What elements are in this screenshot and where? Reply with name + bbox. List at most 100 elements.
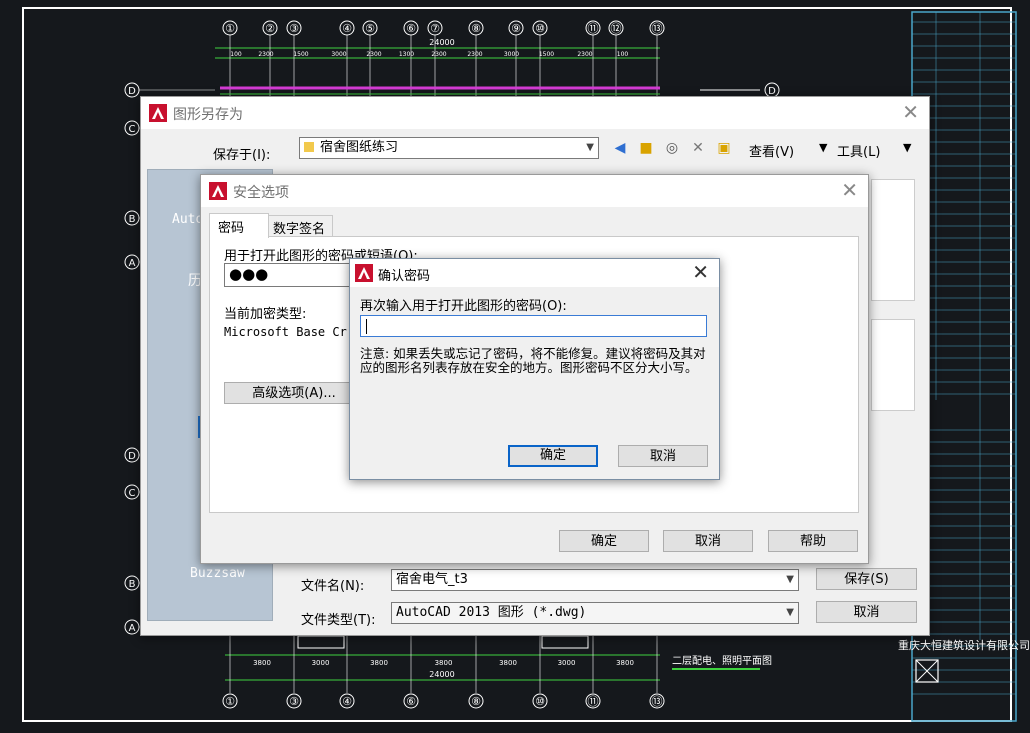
security-title: 安全选项 xyxy=(233,185,289,201)
filetype-value: AutoCAD 2013 图形 (*.dwg) xyxy=(396,605,587,620)
encryption-type-label: 当前加密类型: xyxy=(224,307,307,322)
confirm-prompt: 再次输入用于打开此图形的密码(O): xyxy=(360,299,567,314)
back-arrow-icon[interactable]: ◀ xyxy=(611,139,629,157)
dimension-text: 1500 xyxy=(293,51,308,58)
axis-label: ③ xyxy=(289,695,299,708)
dimension-text: 3000 xyxy=(504,51,519,58)
axis-label: B xyxy=(129,214,136,225)
filetype-dropdown[interactable]: AutoCAD 2013 图形 (*.dwg) ▼ xyxy=(391,602,799,624)
axis-label: A xyxy=(129,623,136,634)
close-icon[interactable]: ✕ xyxy=(902,100,919,124)
axis-label: ③ xyxy=(289,22,299,35)
chevron-down-icon: ▼ xyxy=(786,574,794,585)
dimension-text: 3800 xyxy=(616,659,634,667)
security-cancel-button[interactable]: 取消 xyxy=(663,530,753,552)
filename-label: 文件名(N): xyxy=(301,579,365,594)
axis-label: B xyxy=(129,579,136,590)
axis-label: C xyxy=(129,124,136,135)
dimension-text: 3800 xyxy=(499,659,517,667)
drawing-caption: 二层配电、照明平面图 xyxy=(672,654,772,667)
new-folder-icon[interactable]: ▣ xyxy=(715,139,733,157)
filename-value: 宿舍电气_t3 xyxy=(396,572,468,587)
axis-label: ⑩ xyxy=(535,695,545,708)
autocad-icon xyxy=(355,264,373,282)
advanced-options-button[interactable]: 高级选项(A)... xyxy=(224,382,364,404)
save-in-dropdown[interactable]: 宿舍图纸练习 ▼ xyxy=(299,137,599,159)
save-as-title: 图形另存为 xyxy=(173,107,243,123)
folder-icon xyxy=(304,142,314,152)
axis-label: ⑪ xyxy=(588,695,599,708)
axis-label: ⑩ xyxy=(535,22,545,35)
text-cursor xyxy=(366,319,367,334)
security-titlebar: 安全选项 ✕ xyxy=(201,175,868,207)
password-field[interactable]: ●●● xyxy=(224,263,366,287)
preview-box xyxy=(871,179,915,301)
view-dropdown-arrow-icon[interactable]: ▼ xyxy=(819,141,827,154)
tab-password-label: 密码 xyxy=(218,221,245,236)
confirm-note: 注意: 如果丢失或忘记了密码，将不能修复。建议将密码及其对应的图形名列表存放在安… xyxy=(360,346,706,375)
dimension-text: 100 xyxy=(617,51,629,58)
top-total-dimension: 24000 xyxy=(429,38,454,47)
dimension-text: 2300 xyxy=(366,51,381,58)
axis-label: C xyxy=(129,488,136,499)
axis-label: ② xyxy=(265,22,275,35)
axis-label: D xyxy=(128,86,136,97)
axis-label: ⑧ xyxy=(471,22,481,35)
chevron-down-icon: ▼ xyxy=(586,142,594,153)
options-box xyxy=(871,319,915,411)
tools-dropdown-arrow-icon[interactable]: ▼ xyxy=(903,141,911,154)
tab-digital-signature-label: 数字签名 xyxy=(273,222,326,237)
dimension-text: 3000 xyxy=(558,659,576,667)
delete-icon[interactable]: ✕ xyxy=(689,139,707,157)
axis-label: ⑧ xyxy=(471,695,481,708)
chevron-down-icon: ▼ xyxy=(786,607,794,618)
save-button[interactable]: 保存(S) xyxy=(816,568,917,590)
axis-label: ⑬ xyxy=(652,695,663,708)
filetype-label: 文件类型(T): xyxy=(301,613,376,628)
search-web-icon[interactable]: ◎ xyxy=(663,139,681,157)
top-axis-bubbles: ① ② ③ ④⑤ ⑥ ⑦ ⑧ ⑨ ⑩ ⑪⑫ ⑬ xyxy=(222,20,665,36)
confirm-ok-button[interactable]: 确定 xyxy=(508,445,598,467)
close-icon[interactable]: ✕ xyxy=(841,178,858,202)
up-folder-icon[interactable]: ■ xyxy=(637,139,655,157)
confirm-password-input[interactable] xyxy=(360,315,707,337)
dimension-text: 1300 xyxy=(399,51,414,58)
dimension-text: 2300 xyxy=(258,51,273,58)
save-cancel-button[interactable]: 取消 xyxy=(816,601,917,623)
axis-label: ⑥ xyxy=(406,22,416,35)
dimension-text: 3000 xyxy=(331,51,346,58)
dimension-text: 2300 xyxy=(467,51,482,58)
places-item-buzzsaw[interactable]: Buzzsaw xyxy=(190,566,245,581)
tab-digital-signature[interactable]: 数字签名 xyxy=(267,215,333,237)
view-menu[interactable]: 查看(V) xyxy=(749,141,794,160)
security-ok-button[interactable]: 确定 xyxy=(559,530,649,552)
encryption-type-value: Microsoft Base Cr xyxy=(224,325,347,339)
axis-label: ⑤ xyxy=(365,22,375,35)
save-in-value: 宿舍图纸练习 xyxy=(320,140,399,155)
save-as-titlebar: 图形另存为 ✕ xyxy=(141,97,929,129)
axis-label: ⑪ xyxy=(588,22,599,35)
axis-label: D xyxy=(128,451,136,462)
dimension-text: 1500 xyxy=(539,51,554,58)
autocad-icon xyxy=(149,104,167,122)
tools-menu[interactable]: 工具(L) xyxy=(837,141,880,160)
save-in-label: 保存于(I): xyxy=(213,148,271,163)
axis-label: ⑬ xyxy=(652,22,663,35)
axis-label: ⑫ xyxy=(611,22,622,35)
axis-label: ④ xyxy=(342,695,352,708)
security-help-button[interactable]: 帮助 xyxy=(768,530,858,552)
password-value: ●●● xyxy=(229,265,269,283)
dimension-text: 3800 xyxy=(370,659,388,667)
confirm-cancel-button[interactable]: 取消 xyxy=(618,445,708,467)
axis-label: ④ xyxy=(342,22,352,35)
axis-label: ⑥ xyxy=(406,695,416,708)
dimension-text: 2300 xyxy=(577,51,592,58)
filename-combobox[interactable]: 宿舍电气_t3 ▼ xyxy=(391,569,799,591)
places-item-autodesk[interactable]: Auto xyxy=(172,212,203,227)
tab-password[interactable]: 密码 xyxy=(209,213,269,238)
confirm-password-dialog: 确认密码 ✕ 再次输入用于打开此图形的密码(O): 注意: 如果丢失或忘记了密码… xyxy=(349,258,720,480)
axis-label: ⑦ xyxy=(430,22,440,35)
close-icon[interactable]: ✕ xyxy=(692,260,709,284)
dimension-text: 2300 xyxy=(431,51,446,58)
bottom-total-dimension: 24000 xyxy=(429,670,454,679)
